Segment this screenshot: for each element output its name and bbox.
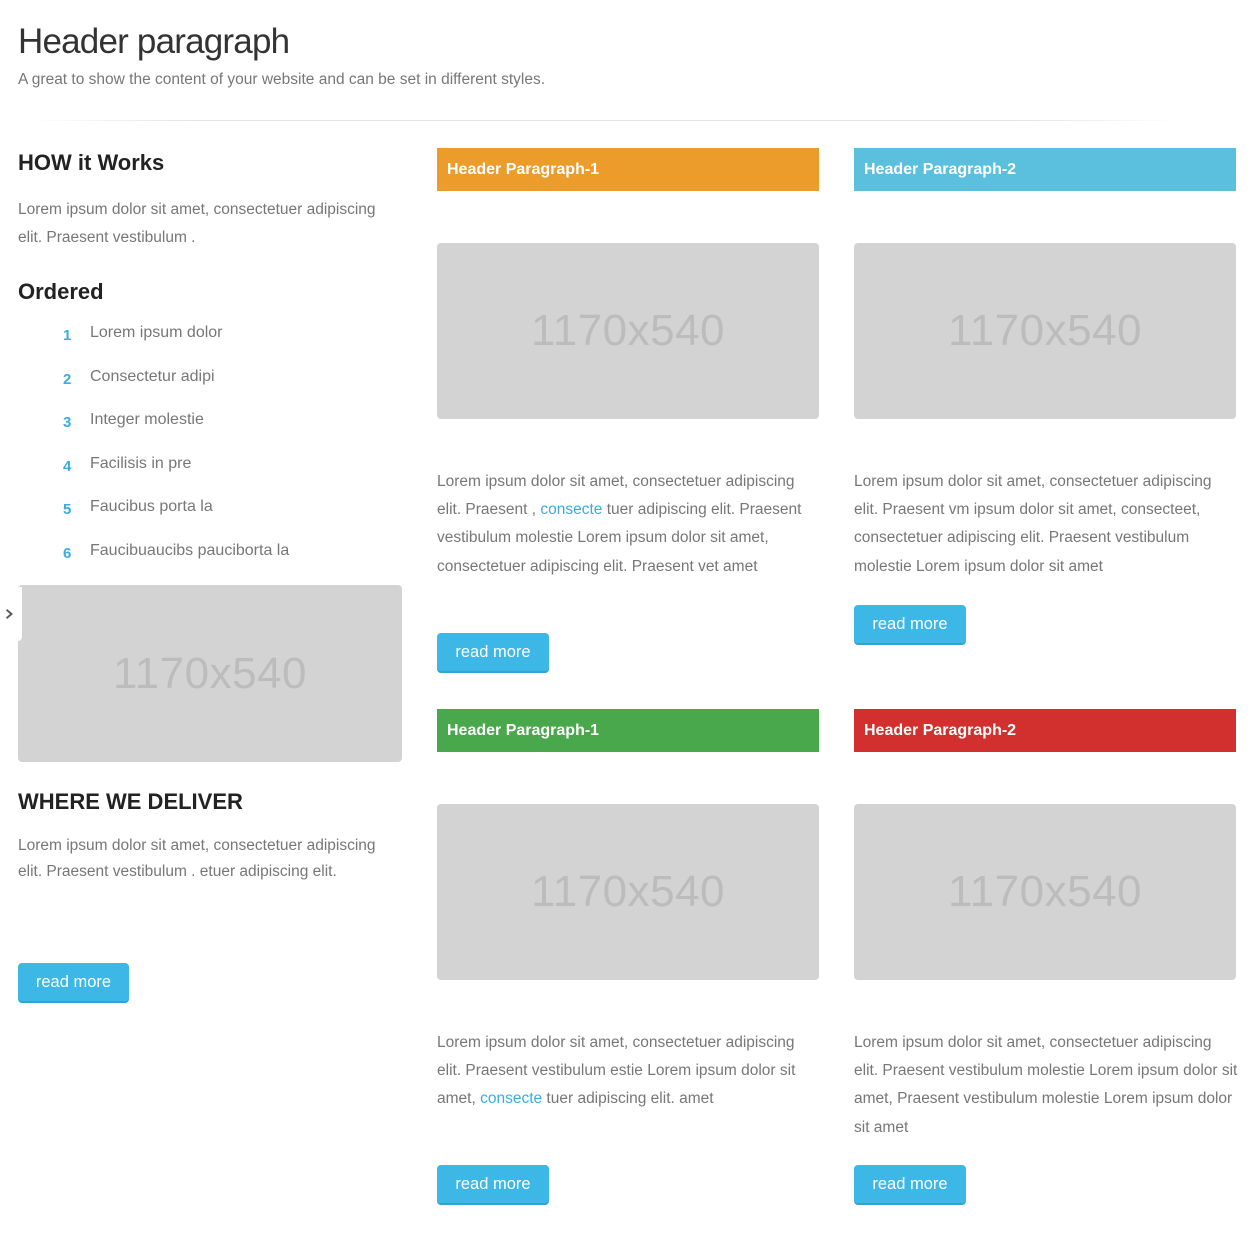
content-card: Header Paragraph-2 1170x540 Lorem ipsum …	[854, 709, 1237, 1205]
content-card: Header Paragraph-1 1170x540 Lorem ipsum …	[437, 148, 819, 673]
where-we-deliver-title: WHERE WE DELIVER	[18, 789, 243, 815]
list-item: 2 Consectetur adipi	[63, 368, 289, 412]
list-label: Lorem ipsum dolor	[90, 324, 223, 341]
side-panel-toggle[interactable]	[0, 587, 22, 641]
how-it-works-title: HOW it Works	[18, 150, 164, 176]
list-item: 5 Faucibus porta la	[63, 498, 289, 542]
list-number: 1	[63, 327, 72, 344]
card-text-before: Lorem ipsum dolor sit amet, consectetuer…	[854, 1034, 1238, 1136]
image-placeholder: 1170x540	[854, 804, 1236, 980]
list-item: 3 Integer molestie	[63, 411, 289, 455]
image-placeholder: 1170x540	[437, 804, 819, 980]
placeholder-label: 1170x540	[947, 306, 1143, 355]
read-more-button[interactable]: read more	[437, 1165, 549, 1205]
content-card: Header Paragraph-2 1170x540 Lorem ipsum …	[854, 148, 1236, 645]
chevron-right-icon	[6, 609, 13, 619]
list-number: 6	[63, 544, 72, 562]
card-text: Lorem ipsum dolor sit amet, consectetuer…	[854, 468, 1239, 581]
list-item: 4 Facilisis in pre	[63, 455, 289, 499]
card-text: Lorem ipsum dolor sit amet, consectetuer…	[437, 1029, 822, 1114]
list-number: 2	[63, 370, 72, 388]
where-title-bold: WHERE	[18, 789, 100, 814]
list-label: Integer molestie	[90, 411, 204, 428]
card-text: Lorem ipsum dolor sit amet, consectetuer…	[437, 468, 822, 581]
card-text-after: tuer adipiscing elit. amet	[542, 1090, 714, 1108]
list-label: Faucibuaucibs pauciborta la	[90, 541, 290, 559]
ordered-title: Ordered	[18, 279, 104, 304]
read-more-button[interactable]: read more	[854, 605, 966, 645]
card-inline-link[interactable]: consecte	[480, 1090, 542, 1107]
read-more-button[interactable]: read more	[437, 633, 549, 673]
header-divider	[30, 120, 1180, 121]
page-title: Header paragraph	[18, 22, 290, 61]
how-title-rest: Works	[91, 150, 165, 175]
where-we-deliver-text: Lorem ipsum dolor sit amet, consectetuer…	[18, 837, 376, 880]
how-it-works-text: Lorem ipsum dolor sit amet, consectetuer…	[18, 201, 376, 246]
list-number: 4	[63, 457, 72, 475]
list-label: Consectetur adipi	[90, 367, 215, 385]
placeholder-label: 1170x540	[947, 867, 1143, 916]
read-more-button[interactable]: read more	[18, 963, 129, 1003]
card-text: Lorem ipsum dolor sit amet, consectetuer…	[854, 1029, 1239, 1142]
placeholder-label: 1170x540	[530, 306, 726, 355]
image-placeholder: 1170x540	[437, 243, 819, 419]
image-placeholder: 1170x540	[18, 585, 402, 762]
list-item: 6 Faucibuaucibs pauciborta la	[63, 542, 289, 586]
page-subtitle: A great to show the content of your webs…	[18, 71, 546, 88]
image-placeholder: 1170x540	[854, 243, 1236, 419]
list-label: Faucibus porta la	[90, 498, 213, 515]
card-text-before: Lorem ipsum dolor sit amet, consectetuer…	[854, 473, 1212, 575]
card-inline-link[interactable]: consecte	[540, 501, 602, 518]
card-header: Header Paragraph-2	[854, 148, 1236, 191]
card-header: Header Paragraph-1	[437, 148, 819, 191]
list-number: 5	[63, 501, 72, 518]
where-title-rest: WE DELIVER	[99, 789, 243, 814]
card-header: Header Paragraph-2	[854, 709, 1236, 752]
card-header: Header Paragraph-1	[437, 709, 819, 752]
content-card: Header Paragraph-1 1170x540 Lorem ipsum …	[437, 709, 819, 1205]
list-item: 1 Lorem ipsum dolor	[63, 324, 289, 368]
ordered-list: 1 Lorem ipsum dolor 2 Consectetur adipi 3 I…	[63, 324, 289, 585]
list-number: 3	[63, 414, 72, 431]
read-more-button[interactable]: read more	[854, 1165, 966, 1205]
how-title-bold: HOW it	[18, 150, 92, 175]
list-label: Facilisis in pre	[90, 454, 192, 472]
placeholder-label: 1170x540	[530, 867, 726, 916]
placeholder-label: 1170x540	[112, 648, 308, 698]
